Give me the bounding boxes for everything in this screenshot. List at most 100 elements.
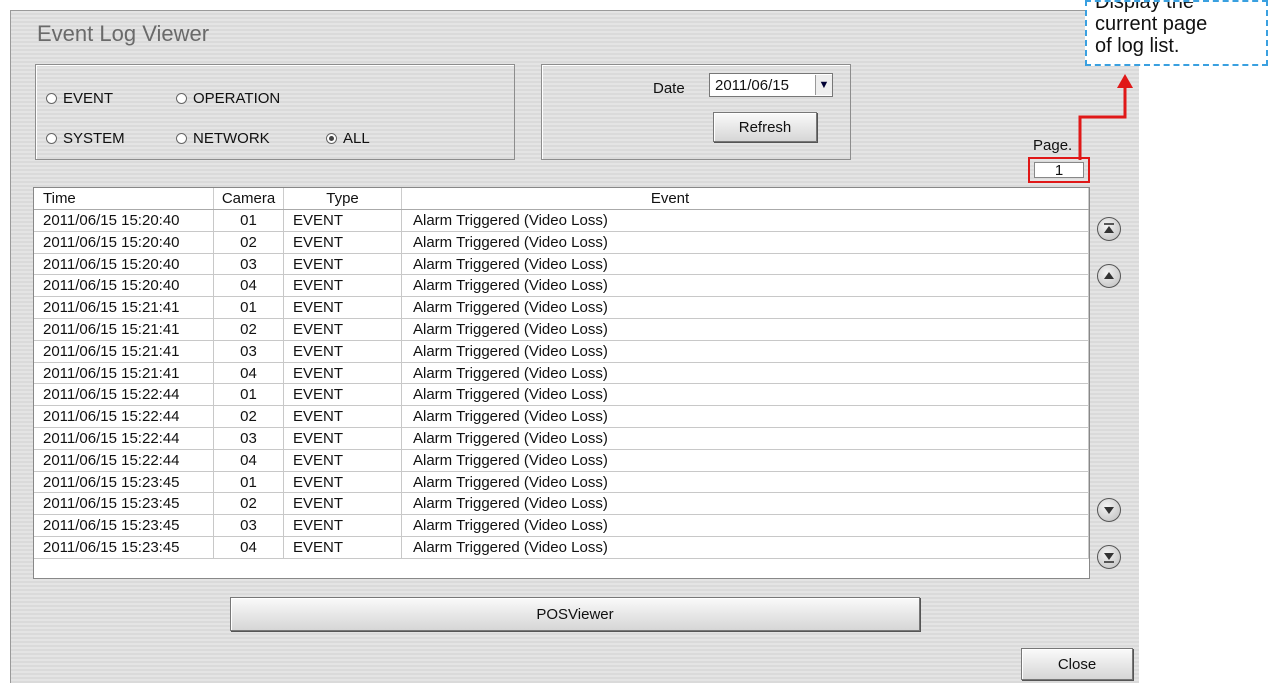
cell-event: Alarm Triggered (Video Loss) (402, 275, 1089, 297)
column-header-time[interactable]: Time (34, 188, 214, 209)
column-header-camera[interactable]: Camera (214, 188, 284, 209)
cell-camera: 03 (214, 515, 284, 536)
radio-operation[interactable]: OPERATION (176, 90, 280, 107)
cell-camera: 01 (214, 210, 284, 231)
callout-arrow (1078, 74, 1133, 160)
cell-time: 2011/06/15 15:21:41 (34, 340, 214, 362)
refresh-button[interactable]: Refresh (713, 112, 817, 142)
cell-type: EVENT (284, 536, 402, 558)
cell-event: Alarm Triggered (Video Loss) (402, 406, 1089, 427)
radio-system[interactable]: SYSTEM (46, 130, 125, 147)
annotation-callout: Display the current page of log list. (1085, 0, 1268, 66)
cell-event: Alarm Triggered (Video Loss) (402, 297, 1089, 318)
cell-time: 2011/06/15 15:23:45 (34, 536, 214, 558)
cell-type: EVENT (284, 297, 402, 318)
table-row[interactable]: 2011/06/15 15:20:40 03 EVENT Alarm Triggere… (34, 253, 1089, 276)
cell-type: EVENT (284, 362, 402, 384)
radio-system-label: SYSTEM (63, 130, 125, 147)
cell-camera: 04 (214, 536, 284, 558)
table-row[interactable]: 2011/06/15 15:20:40 04 EVENT Alarm Triggere… (34, 275, 1089, 298)
cell-time: 2011/06/15 15:23:45 (34, 493, 214, 515)
cell-camera: 03 (214, 253, 284, 275)
radio-event-label: EVENT (63, 90, 114, 107)
cell-event: Alarm Triggered (Video Loss) (402, 318, 1089, 340)
radio-circle-icon (46, 93, 57, 104)
cell-type: EVENT (284, 515, 402, 536)
cell-camera: 04 (214, 449, 284, 471)
last-page-icon[interactable] (1097, 545, 1121, 569)
callout-line-3: of log list. (1095, 35, 1180, 57)
table-row[interactable]: 2011/06/15 15:20:40 02 EVENT Alarm Triggere… (34, 231, 1089, 254)
first-page-icon[interactable] (1097, 217, 1121, 241)
next-page-icon[interactable] (1097, 498, 1121, 522)
radio-all[interactable]: ALL (326, 130, 370, 147)
radio-circle-icon (176, 133, 187, 144)
cell-time: 2011/06/15 15:22:44 (34, 427, 214, 449)
cell-event: Alarm Triggered (Video Loss) (402, 231, 1089, 253)
date-value: 2011/06/15 (715, 76, 789, 94)
callout-line-1: Display the (1095, 0, 1194, 13)
table-row[interactable]: 2011/06/15 15:21:41 02 EVENT Alarm Triggere… (34, 318, 1089, 341)
cell-time: 2011/06/15 15:21:41 (34, 297, 214, 318)
radio-circle-icon (46, 133, 57, 144)
cell-camera: 03 (214, 427, 284, 449)
table-row[interactable]: 2011/06/15 15:21:41 01 EVENT Alarm Triggere… (34, 297, 1089, 319)
cell-type: EVENT (284, 406, 402, 427)
column-header-event[interactable]: Event (402, 188, 1089, 209)
cell-event: Alarm Triggered (Video Loss) (402, 210, 1089, 231)
cell-type: EVENT (284, 449, 402, 471)
cell-time: 2011/06/15 15:23:45 (34, 515, 214, 536)
table-row[interactable]: 2011/06/15 15:22:44 02 EVENT Alarm Triggere… (34, 406, 1089, 428)
cell-time: 2011/06/15 15:20:40 (34, 275, 214, 297)
column-header-type[interactable]: Type (284, 188, 402, 209)
table-row[interactable]: 2011/06/15 15:22:44 04 EVENT Alarm Triggere… (34, 449, 1089, 472)
table-row[interactable]: 2011/06/15 15:21:41 03 EVENT Alarm Triggere… (34, 340, 1089, 363)
chevron-down-icon[interactable]: ▼ (815, 75, 832, 95)
cell-time: 2011/06/15 15:22:44 (34, 406, 214, 427)
table-row[interactable]: 2011/06/15 15:23:45 01 EVENT Alarm Triggere… (34, 471, 1089, 494)
cell-event: Alarm Triggered (Video Loss) (402, 340, 1089, 362)
table-row[interactable]: 2011/06/15 15:23:45 03 EVENT Alarm Triggere… (34, 515, 1089, 537)
pos-viewer-button[interactable]: POSViewer (230, 597, 920, 631)
cell-event: Alarm Triggered (Video Loss) (402, 471, 1089, 493)
radio-network[interactable]: NETWORK (176, 130, 270, 147)
table-row[interactable]: 2011/06/15 15:23:45 04 EVENT Alarm Triggere… (34, 536, 1089, 559)
cell-event: Alarm Triggered (Video Loss) (402, 253, 1089, 275)
cell-camera: 03 (214, 340, 284, 362)
date-label: Date (653, 80, 685, 97)
cell-time: 2011/06/15 15:20:40 (34, 231, 214, 253)
cell-type: EVENT (284, 427, 402, 449)
cell-event: Alarm Triggered (Video Loss) (402, 362, 1089, 384)
table-row[interactable]: 2011/06/15 15:23:45 02 EVENT Alarm Triggere… (34, 493, 1089, 516)
cell-event: Alarm Triggered (Video Loss) (402, 536, 1089, 558)
log-table[interactable]: Time Camera Type Event 2011/06/15 15:20:… (33, 187, 1090, 579)
cell-type: EVENT (284, 471, 402, 493)
prev-page-icon[interactable] (1097, 264, 1121, 288)
cell-type: EVENT (284, 231, 402, 253)
table-row[interactable]: 2011/06/15 15:22:44 03 EVENT Alarm Triggere… (34, 427, 1089, 450)
cell-time: 2011/06/15 15:20:40 (34, 210, 214, 231)
radio-event[interactable]: EVENT (46, 90, 113, 107)
cell-event: Alarm Triggered (Video Loss) (402, 515, 1089, 536)
cell-time: 2011/06/15 15:21:41 (34, 362, 214, 384)
radio-all-label: ALL (343, 130, 370, 147)
cell-camera: 01 (214, 471, 284, 493)
filter-group: EVENT OPERATION SYSTEM NETWORK ALL (35, 64, 515, 160)
table-row[interactable]: 2011/06/15 15:21:41 04 EVENT Alarm Triggere… (34, 362, 1089, 385)
cell-time: 2011/06/15 15:22:44 (34, 449, 214, 471)
cell-camera: 02 (214, 318, 284, 340)
cell-type: EVENT (284, 493, 402, 515)
date-select[interactable]: 2011/06/15 ▼ (709, 73, 833, 97)
table-row[interactable]: 2011/06/15 15:22:44 01 EVENT Alarm Triggere… (34, 384, 1089, 407)
cell-type: EVENT (284, 210, 402, 231)
cell-camera: 02 (214, 493, 284, 515)
close-button[interactable]: Close (1021, 648, 1133, 680)
page-number-field: 1 (1034, 162, 1084, 179)
cell-camera: 01 (214, 384, 284, 406)
cell-camera: 02 (214, 406, 284, 427)
table-row[interactable]: 2011/06/15 15:20:40 01 EVENT Alarm Triggere… (34, 210, 1089, 232)
cell-camera: 04 (214, 275, 284, 297)
cell-time: 2011/06/15 15:21:41 (34, 318, 214, 340)
cell-camera: 02 (214, 231, 284, 253)
cell-type: EVENT (284, 318, 402, 340)
